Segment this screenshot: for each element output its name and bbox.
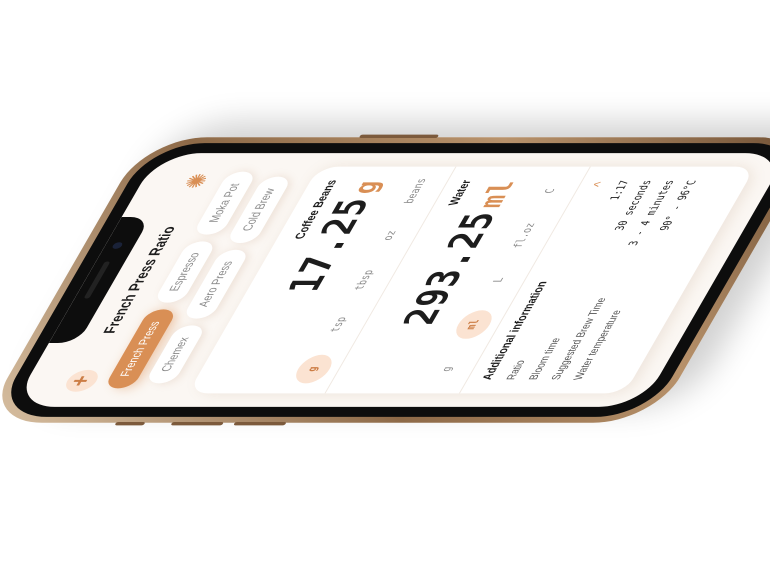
coffee-unit-tbsp[interactable]: tbsp: [341, 266, 389, 295]
camera-icon: [111, 242, 124, 249]
coffee-unit-tsp[interactable]: tsp: [316, 310, 364, 339]
water-unit-l[interactable]: L: [476, 266, 524, 295]
coffee-amount-unit: g: [346, 180, 389, 195]
chevron-up-icon[interactable]: ^: [589, 182, 609, 187]
info-value: 1:17: [608, 180, 633, 201]
volume-down-button: [233, 421, 287, 426]
coffee-unit-oz[interactable]: oz: [367, 221, 415, 250]
phone-mockup: + ✺ French Press Ratio French Press Espr…: [0, 134, 770, 426]
info-label: Ratio: [504, 360, 529, 380]
coffee-unit-beans[interactable]: beans: [393, 177, 441, 206]
water-unit-g[interactable]: g: [424, 355, 472, 384]
coffee-unit-g[interactable]: g: [289, 354, 338, 384]
water-unit-c[interactable]: C: [527, 177, 575, 206]
water-unit-fl-oz[interactable]: fl.oz: [501, 221, 549, 250]
mute-switch: [114, 421, 146, 426]
water-unit-ml[interactable]: ml: [450, 310, 498, 339]
volume-up-button: [170, 421, 224, 426]
water-amount-unit: ml: [472, 180, 523, 209]
power-button: [358, 134, 440, 139]
